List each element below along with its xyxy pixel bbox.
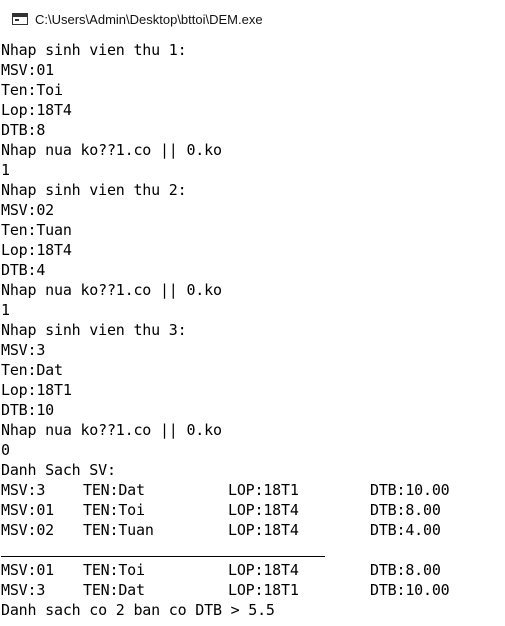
student-name: TEN:Tuan [83,521,154,539]
student-gpa: DTB:4.00 [370,521,441,539]
console-line: DTB:4 [1,261,46,279]
console-line: Lop:18T4 [1,241,72,259]
student-msv: MSV:3 [1,581,46,599]
console-line: DTB:10 [1,401,54,419]
student-gpa: DTB:8.00 [370,561,441,579]
student-msv: MSV:01 [1,561,54,579]
filtered-student-row: MSV:3 TEN:Dat LOP:18T1 DTB:10.00 [1,580,505,600]
console-window: C:\Users\Admin\Desktop\bttoi\DEM.exe Nha… [0,0,505,626]
console-line: Ten:Tuan [1,221,72,239]
console-line: MSV:01 [1,61,54,79]
console-line: DTB:8 [1,121,46,139]
title-bar[interactable]: C:\Users\Admin\Desktop\bttoi\DEM.exe [0,0,505,38]
console-line: MSV:3 [1,341,46,359]
student-name: TEN:Dat [83,581,145,599]
student-class: LOP:18T1 [228,581,299,599]
console-line: MSV:02 [1,201,54,219]
console-line: Nhap sinh vien thu 2: [1,181,187,199]
console-line: 0 [1,441,10,459]
list-heading: Danh Sach SV: [1,461,116,479]
student-gpa: DTB:8.00 [370,501,441,519]
student-name: TEN:Toi [83,501,145,519]
console-line: Lop:18T4 [1,101,72,119]
student-class: LOP:18T1 [228,481,299,499]
console-line: Nhap nua ko??1.co || 0.ko [1,281,222,299]
console-window-icon [12,13,28,25]
student-row: MSV:3 TEN:Dat LOP:18T1 DTB:10.00 [1,480,505,500]
student-gpa: DTB:10.00 [370,581,450,599]
student-msv: MSV:02 [1,521,54,539]
console-line: 1 [1,301,10,319]
console-line: 1 [1,161,10,179]
student-msv: MSV:01 [1,501,54,519]
console-line: Nhap nua ko??1.co || 0.ko [1,141,222,159]
filtered-student-row: MSV:01 TEN:Toi LOP:18T4 DTB:8.00 [1,560,505,580]
console-line: Ten:Dat [1,361,63,379]
console-line: Lop:18T1 [1,381,72,399]
student-msv: MSV:3 [1,481,46,499]
console-line: Ten:Toi [1,81,63,99]
student-gpa: DTB:10.00 [370,481,450,499]
console-line: Nhap sinh vien thu 3: [1,321,187,339]
separator [1,540,505,560]
student-row: MSV:02 TEN:Tuan LOP:18T4 DTB:4.00 [1,520,505,540]
summary-line: Danh sach co 2 ban co DTB > 5.5 [1,601,275,619]
student-class: LOP:18T4 [228,521,299,539]
console-output[interactable]: Nhap sinh vien thu 1: MSV:01 Ten:Toi Lop… [1,40,505,626]
student-row: MSV:01 TEN:Toi LOP:18T4 DTB:8.00 [1,500,505,520]
console-line: Nhap sinh vien thu 1: [1,41,187,59]
student-name: TEN:Toi [83,561,145,579]
console-line: Nhap nua ko??1.co || 0.ko [1,421,222,439]
separator-rule [1,556,325,557]
student-class: LOP:18T4 [228,561,299,579]
student-class: LOP:18T4 [228,501,299,519]
window-title: C:\Users\Admin\Desktop\bttoi\DEM.exe [35,11,263,27]
student-name: TEN:Dat [83,481,145,499]
